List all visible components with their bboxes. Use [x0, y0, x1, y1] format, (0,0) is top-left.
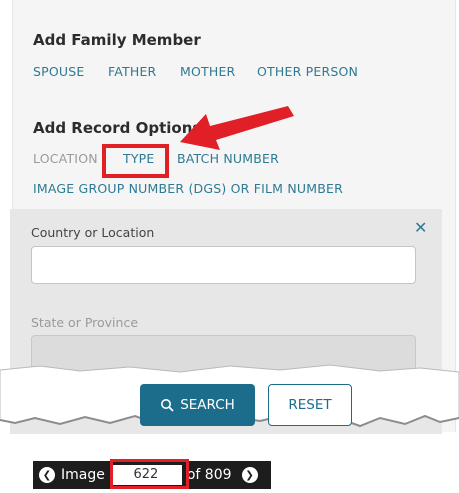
close-icon[interactable]: ✕: [414, 218, 427, 237]
pointer-arrow-icon: [180, 106, 294, 150]
other-person-link[interactable]: OTHER PERSON: [257, 64, 358, 79]
mother-link[interactable]: MOTHER: [180, 64, 235, 79]
reset-button[interactable]: RESET: [268, 384, 352, 426]
country-label: Country or Location: [31, 225, 155, 240]
country-input[interactable]: [31, 246, 416, 284]
previous-image-icon[interactable]: ❮: [39, 467, 55, 483]
image-group-number-option[interactable]: IMAGE GROUP NUMBER (DGS) OR FILM NUMBER: [33, 181, 343, 196]
location-option[interactable]: LOCATION: [33, 151, 98, 166]
image-total: of 809: [186, 467, 232, 483]
next-image-icon[interactable]: ❯: [241, 467, 258, 483]
search-icon: [161, 399, 174, 412]
state-label: State or Province: [31, 315, 139, 330]
reset-button-label: RESET: [288, 397, 332, 413]
spouse-link[interactable]: SPOUSE: [33, 64, 85, 79]
image-number-highlight-box: [110, 459, 189, 489]
search-button[interactable]: SEARCH: [140, 384, 255, 426]
search-button-label: SEARCH: [180, 397, 235, 413]
father-link[interactable]: FATHER: [108, 64, 156, 79]
add-family-member-title: Add Family Member: [33, 31, 201, 49]
type-highlight-box: [102, 144, 169, 178]
image-label: Image: [61, 467, 105, 483]
